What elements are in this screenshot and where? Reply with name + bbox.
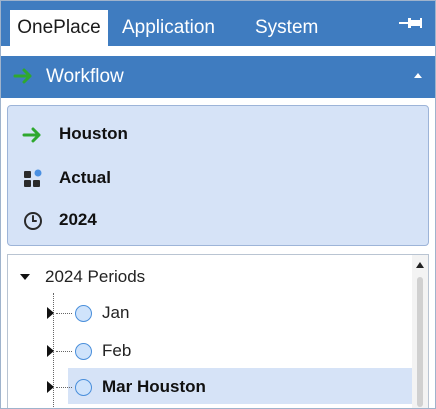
pin-icon[interactable] <box>399 15 423 31</box>
workflow-header[interactable]: Workflow <box>1 56 435 98</box>
scenario-blocks-icon <box>24 169 42 187</box>
collapse-caret-icon[interactable] <box>414 73 422 78</box>
collapse-toggle-icon[interactable] <box>20 274 30 280</box>
entity-row[interactable]: Houston <box>8 119 428 149</box>
period-status-icon <box>75 305 92 322</box>
tree-node-jan[interactable]: Jan <box>102 298 129 328</box>
tree-connector-line <box>56 351 72 352</box>
periods-tree: 2024 Periods Jan Feb Mar Houston <box>7 254 429 408</box>
tree-scrollbar[interactable] <box>412 255 428 408</box>
tree-node-feb[interactable]: Feb <box>102 336 131 366</box>
arrow-right-icon <box>22 127 41 143</box>
period-status-icon <box>75 343 92 360</box>
tab-separator <box>1 46 435 56</box>
expand-toggle-icon[interactable] <box>47 345 54 357</box>
arrow-right-icon <box>13 68 32 84</box>
tree-connector-line <box>56 313 72 314</box>
entity-label: Houston <box>59 124 128 143</box>
tree-root-node[interactable]: 2024 Periods <box>45 262 145 292</box>
scenario-row[interactable]: Actual <box>8 163 428 193</box>
period-status-icon <box>75 379 92 396</box>
scroll-thumb[interactable] <box>417 277 423 407</box>
tree-node-mar-houston[interactable]: Mar Houston <box>102 372 206 402</box>
workflow-info-panel: Houston Actual 2024 <box>7 105 429 246</box>
tab-application[interactable]: Application <box>122 10 215 46</box>
tree-connector-line <box>56 387 72 388</box>
oneplace-panel: OnePlace Application System Workflow Hou… <box>0 0 436 409</box>
workflow-title: Workflow <box>46 66 124 87</box>
time-label: 2024 <box>59 210 97 229</box>
scenario-label: Actual <box>59 168 111 187</box>
scroll-up-arrow-icon[interactable] <box>416 262 424 268</box>
tab-oneplace[interactable]: OnePlace <box>10 10 108 46</box>
tab-system[interactable]: System <box>255 10 318 46</box>
expand-toggle-icon[interactable] <box>47 307 54 319</box>
clock-icon <box>24 212 42 230</box>
time-row[interactable]: 2024 <box>8 205 428 235</box>
expand-toggle-icon[interactable] <box>47 381 54 393</box>
tab-bar: OnePlace Application System <box>1 1 435 46</box>
